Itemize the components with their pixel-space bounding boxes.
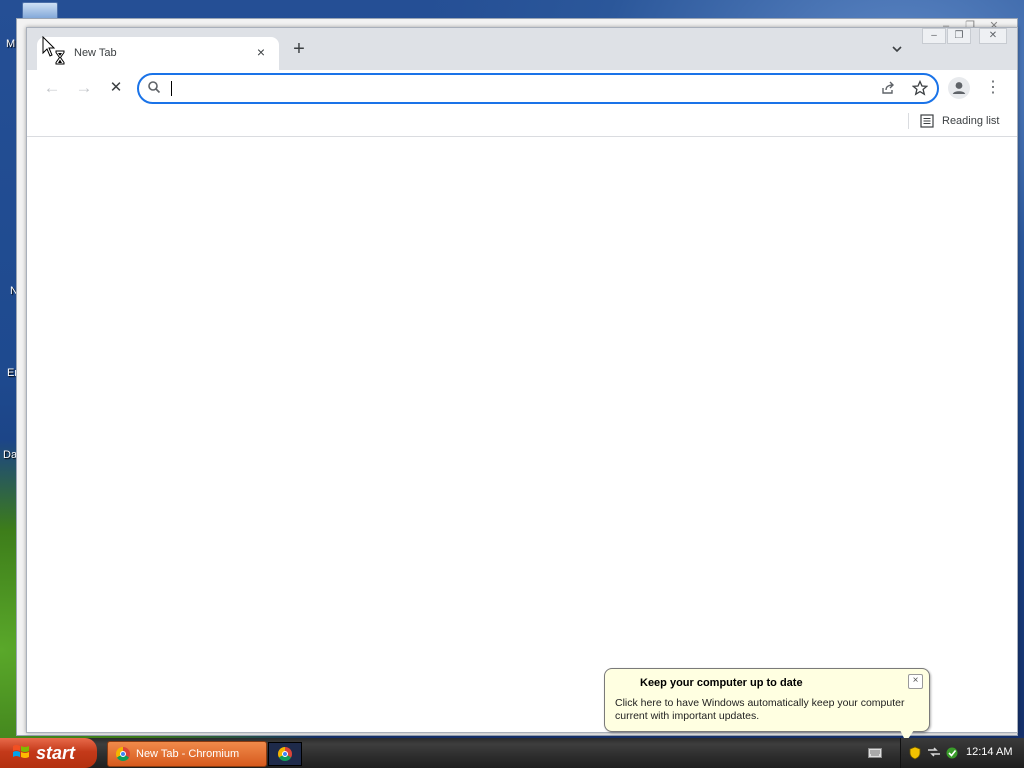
- security-shield-icon[interactable]: [909, 746, 921, 763]
- balloon-title: Keep your computer up to date: [640, 677, 803, 689]
- bookmark-star-icon[interactable]: [911, 79, 929, 98]
- address-bar[interactable]: [137, 73, 939, 104]
- stop-button[interactable]: ✕: [106, 78, 126, 98]
- tab-strip: New Tab × + – ❐ ✕: [27, 28, 1017, 70]
- bookmarks-bar: Reading list: [27, 106, 1017, 137]
- chromium-icon: [278, 747, 292, 761]
- divider: [908, 113, 909, 129]
- close-button[interactable]: ✕: [979, 28, 1007, 44]
- taskbar-button-label: New Tab - Chromium: [136, 748, 240, 760]
- person-icon: [952, 82, 966, 94]
- toolbar: ← → ✕ ⋮: [27, 70, 1017, 106]
- start-button[interactable]: start: [0, 738, 97, 768]
- windows-flag-icon: [12, 743, 30, 763]
- taskbar: start New Tab - Chromium 12:14 AM: [0, 738, 1024, 768]
- new-tab-button[interactable]: +: [289, 39, 309, 60]
- update-notification-balloon[interactable]: Keep your computer up to date Click here…: [604, 668, 930, 742]
- chevron-down-icon: [892, 46, 902, 53]
- tab-search-button[interactable]: [889, 42, 905, 58]
- address-input[interactable]: [169, 78, 853, 100]
- browser-window: New Tab × + – ❐ ✕ ← → ✕ ⋮ Reading list: [26, 27, 1018, 733]
- desktop-icon-label[interactable]: M: [6, 38, 15, 50]
- share-icon[interactable]: [879, 80, 897, 98]
- system-tray: 12:14 AM: [900, 738, 1024, 768]
- reading-list-icon: [920, 114, 934, 128]
- start-label: start: [36, 742, 76, 763]
- chromium-icon: [116, 747, 130, 761]
- reading-list-label: Reading list: [942, 115, 1000, 127]
- taskbar-button-chromium[interactable]: New Tab - Chromium: [107, 741, 267, 767]
- keyboard-icon[interactable]: [868, 747, 882, 761]
- restore-button[interactable]: ❐: [947, 28, 971, 44]
- search-icon: [145, 80, 163, 98]
- menu-button[interactable]: ⋮: [985, 78, 1001, 98]
- balloon-body[interactable]: Click here to have Windows automatically…: [615, 697, 915, 723]
- quicklaunch-chromium[interactable]: [268, 742, 302, 766]
- clock[interactable]: 12:14 AM: [966, 746, 1012, 758]
- page-content: [27, 137, 1017, 732]
- minimize-button[interactable]: –: [922, 28, 946, 44]
- network-icon[interactable]: [927, 746, 941, 761]
- update-icon[interactable]: [945, 746, 959, 763]
- forward-button[interactable]: →: [74, 78, 94, 98]
- tab-close-button[interactable]: ×: [251, 42, 271, 62]
- mouse-cursor-icon: [42, 35, 70, 71]
- tab-title: New Tab: [74, 47, 117, 59]
- desktop-icon-label[interactable]: Da: [3, 449, 17, 461]
- profile-button[interactable]: [948, 77, 970, 99]
- balloon-close-button[interactable]: ×: [908, 674, 923, 689]
- reading-list-button[interactable]: Reading list: [908, 111, 1000, 131]
- tab-new-tab[interactable]: New Tab ×: [37, 37, 279, 70]
- text-caret: [171, 81, 172, 96]
- back-button[interactable]: ←: [42, 78, 62, 98]
